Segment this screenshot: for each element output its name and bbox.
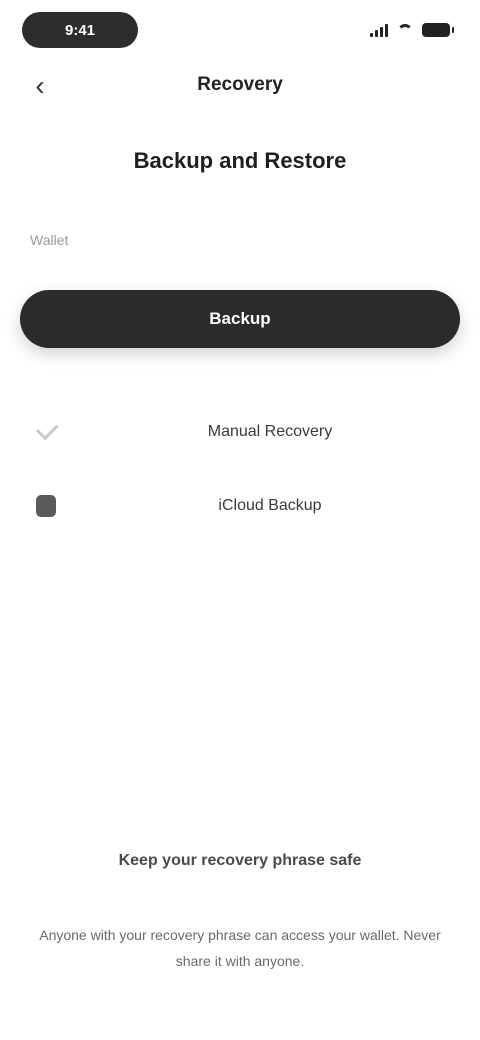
status-time: 9:41 [22, 12, 138, 48]
signal-icon [370, 23, 388, 37]
battery-icon [422, 23, 454, 37]
nav-title: Recovery [197, 74, 283, 95]
page-heading: Backup and Restore [133, 148, 347, 173]
nav-bar: ‹ Recovery [0, 62, 480, 110]
option-label: Manual Recovery [207, 423, 333, 440]
check-icon [34, 417, 59, 444]
status-indicators [370, 18, 454, 42]
option-label: iCloud Backup [218, 497, 322, 514]
footer-text: Anyone with your recovery phrase can acc… [39, 927, 441, 969]
option-manual-recovery[interactable]: Manual Recovery [0, 406, 480, 458]
option-icloud-backup[interactable]: iCloud Backup [0, 480, 480, 532]
footer-title: Keep your recovery phrase safe [118, 852, 362, 869]
square-icon [34, 494, 58, 518]
backup-button[interactable]: Backup [20, 290, 460, 348]
status-bar: 9:41 [0, 0, 480, 64]
section-label: Wallet [30, 232, 69, 248]
wifi-icon [396, 23, 414, 37]
